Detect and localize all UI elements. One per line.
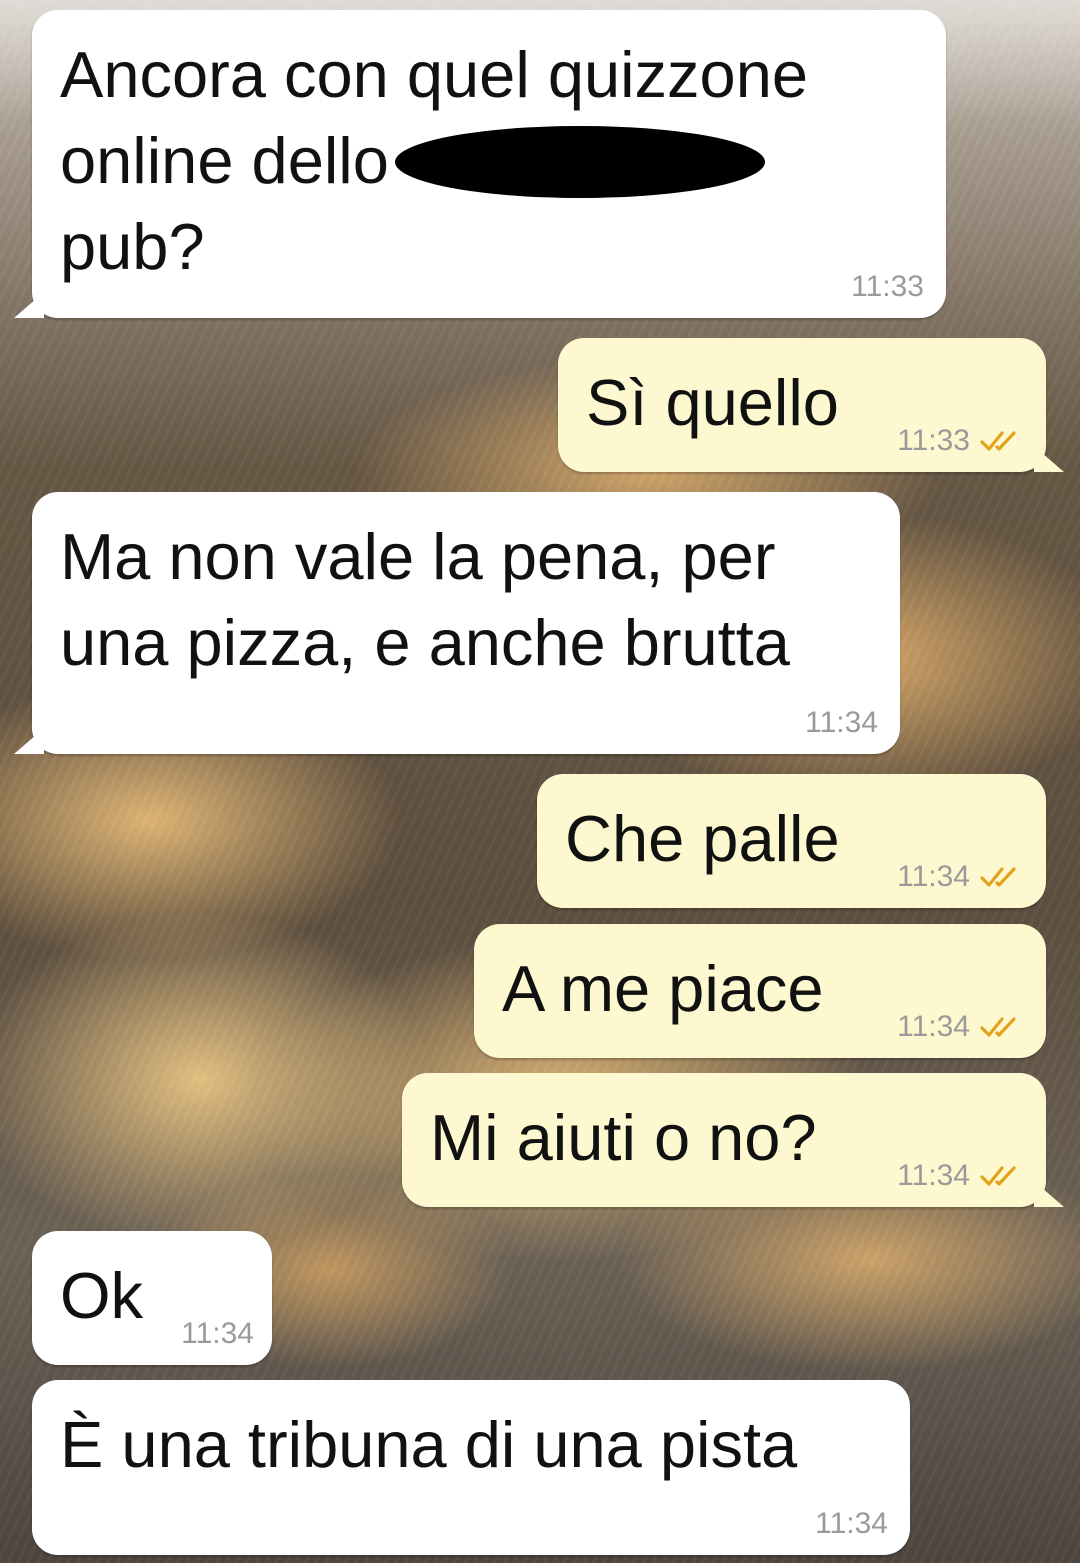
message-time: 11:34 [805, 706, 878, 739]
message-bubble-outgoing[interactable]: A me piace 11:34 [474, 924, 1046, 1058]
message-time: 11:33 [851, 270, 924, 303]
redaction-mark [394, 125, 765, 198]
message-bubble-incoming[interactable]: Ok 11:34 [32, 1231, 272, 1365]
message-meta: 11:34 [897, 1159, 1024, 1193]
message-text: Ancora con quel quizzone online dello pu… [60, 38, 809, 283]
message-time: 11:34 [897, 1159, 970, 1192]
double-check-icon [980, 1166, 1016, 1186]
message-meta: 11:34 [815, 1507, 888, 1541]
message-meta: 11:33 [851, 270, 924, 304]
message-bubble-outgoing[interactable]: Che palle 11:34 [537, 774, 1046, 908]
double-check-icon [980, 431, 1016, 451]
message-time: 11:34 [815, 1507, 888, 1540]
message-bubble-incoming[interactable]: Ma non vale la pena, per una pizza, e an… [14, 492, 900, 754]
message-time: 11:34 [897, 1010, 970, 1043]
message-bubble-incoming[interactable]: È una tribuna di una pista 11:34 [32, 1380, 910, 1555]
message-time: 11:34 [181, 1317, 254, 1350]
message-meta: 11:34 [181, 1317, 254, 1351]
message-text: Ma non vale la pena, per una pizza, e an… [60, 520, 790, 679]
message-meta: 11:34 [897, 860, 1024, 894]
message-text: È una tribuna di una pista [60, 1408, 798, 1481]
message-bubble-outgoing[interactable]: Mi aiuti o no? 11:34 [402, 1073, 1064, 1207]
message-meta: 11:34 [805, 706, 878, 740]
message-meta: 11:34 [897, 1010, 1024, 1044]
message-time: 11:33 [897, 424, 970, 457]
message-bubble-outgoing[interactable]: Sì quello 11:33 [558, 338, 1064, 472]
message-time: 11:34 [897, 860, 970, 893]
message-meta: 11:33 [897, 424, 1024, 458]
double-check-icon [980, 1017, 1016, 1037]
message-bubble-incoming[interactable]: Ancora con quel quizzone online dello pu… [14, 10, 946, 318]
double-check-icon [980, 867, 1016, 887]
